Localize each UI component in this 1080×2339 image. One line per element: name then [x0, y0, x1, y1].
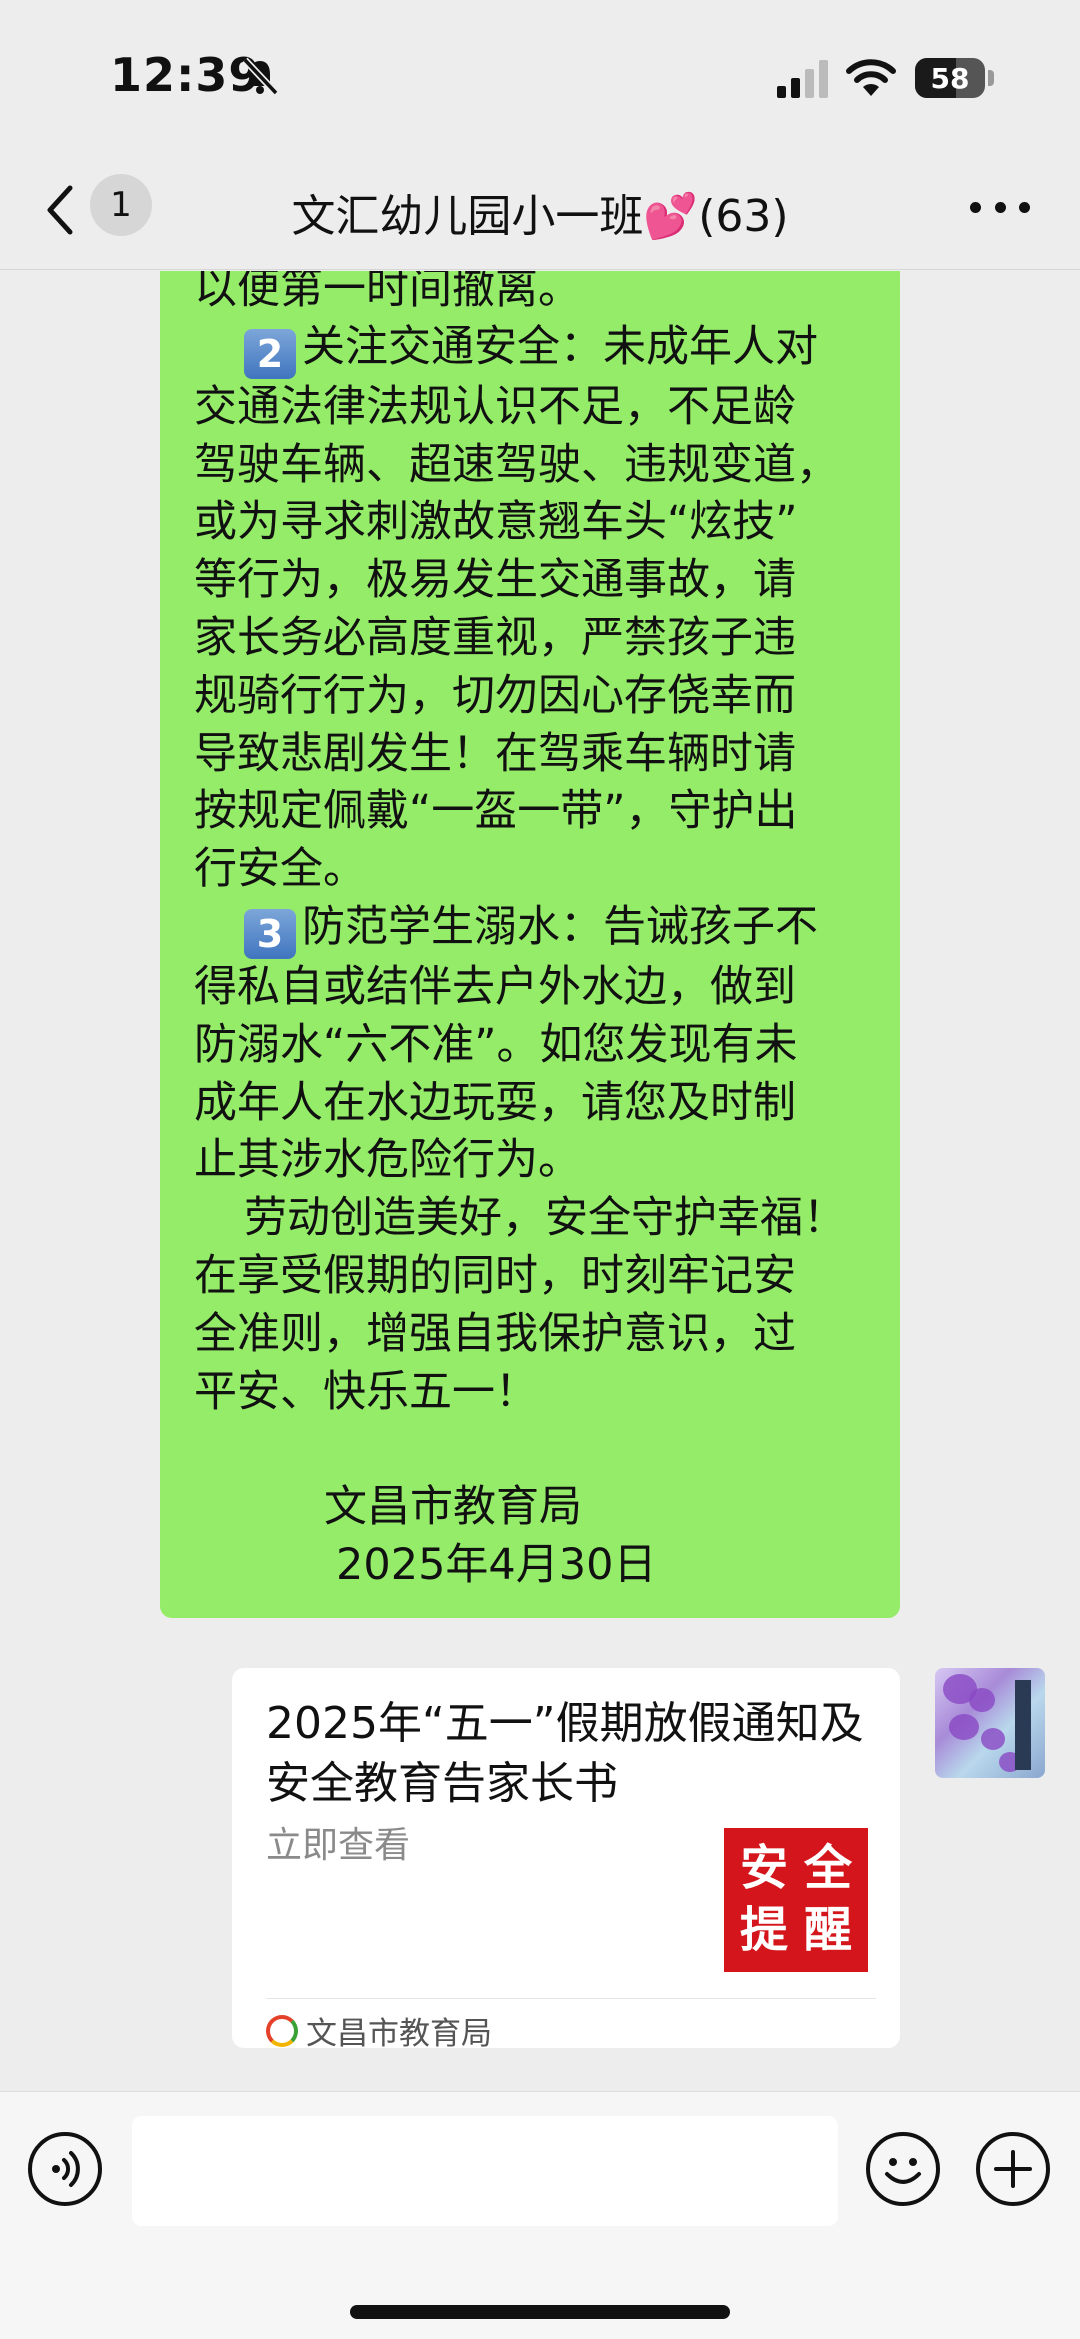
- message-line: 成年人在水边玩耍，请您及时制: [194, 1077, 796, 1128]
- keycap-two-icon: 2: [244, 328, 296, 379]
- battery-level: 58: [930, 61, 970, 95]
- chat-title: 文汇幼儿园小一班💕(63): [291, 191, 789, 242]
- message-line: 在享受假期的同时，时刻牢记安: [194, 1250, 796, 1301]
- source-logo-icon: [266, 2014, 298, 2047]
- bell-off-icon: [242, 57, 279, 96]
- chat-messages[interactable]: 以便第一时间撤离。 2 关注交通安全：未成年人对 交通法律法规认识不足，不足龄 驾…: [0, 271, 1080, 2091]
- article-action-text: 立即查看: [266, 1825, 411, 1866]
- source-name: 文昌市教育局: [306, 2016, 492, 2052]
- status-time: 12:39: [110, 48, 262, 102]
- message-line: 或为寻求刺激故意翘车头“炫技”: [194, 497, 798, 548]
- sender-avatar[interactable]: [935, 1668, 1045, 1778]
- message-line: 规骑行行为，切勿因心存侥幸而: [194, 670, 796, 721]
- message-line: 3 防范学生溺水：告诫孩子不: [194, 899, 900, 959]
- message-line: 等行为，极易发生交通事故，请: [194, 555, 796, 606]
- more-functions-plus-icon[interactable]: [976, 2132, 1050, 2206]
- status-bar: 12:39 58: [0, 0, 1080, 150]
- unread-count-badge[interactable]: 1: [90, 174, 152, 236]
- message-line: 劳动创造美好，安全守护幸福！: [244, 1193, 846, 1244]
- message-line: 全准则，增强自我保护意识，过: [194, 1308, 796, 1359]
- message-line: 按规定佩戴“一盔一带”，守护出: [194, 786, 798, 837]
- message-line: 防溺水“六不准”。如您发现有未: [194, 1019, 798, 1070]
- message-line: 行安全。: [194, 844, 366, 895]
- message-line: 得私自或结伴去户外水边，做到: [194, 961, 796, 1012]
- card-divider: [266, 1998, 876, 1999]
- wifi-icon: [846, 59, 896, 96]
- message-line: 驾驶车辆、超速驾驶、违规变道，: [194, 439, 839, 490]
- voice-input-icon[interactable]: [28, 2132, 102, 2206]
- message-line: 以便第一时间撤离。: [194, 271, 581, 314]
- signature-date: 2025年4月30日: [336, 1539, 657, 1590]
- message-line: 止其涉水危险行为。: [194, 1135, 581, 1186]
- message-input-bar: [0, 2091, 1080, 2339]
- message-line: 导致悲剧发生！在驾乘车辆时请: [194, 728, 796, 779]
- battery-tip: [988, 70, 994, 86]
- article-title: 2025年“五一”假期放假通知及安全教育告家长书: [266, 1698, 864, 1809]
- signature-issuer: 文昌市教育局: [324, 1482, 582, 1533]
- message-line: 交通法律法规认识不足，不足龄: [194, 381, 796, 432]
- article-thumbnail: 安 全 提 醒: [724, 1828, 868, 1972]
- home-indicator[interactable]: [350, 2305, 730, 2319]
- more-options-icon[interactable]: [970, 192, 1030, 222]
- message-line: 家长务必高度重视，严禁孩子违: [194, 612, 796, 663]
- message-line: 平安、快乐五一！: [194, 1366, 538, 1417]
- shared-article-card[interactable]: 2025年“五一”假期放假通知及安全教育告家长书 立即查看 安 全 提 醒 文昌…: [232, 1668, 900, 2052]
- emoji-icon[interactable]: [866, 2132, 940, 2206]
- signal-icon: [777, 60, 828, 98]
- battery-icon: 58: [915, 58, 985, 98]
- keycap-three-icon: 3: [244, 908, 296, 959]
- article-source: 文昌市教育局: [266, 2008, 492, 2053]
- back-chevron-icon[interactable]: [40, 180, 80, 240]
- sent-text-message[interactable]: 以便第一时间撤离。 2 关注交通安全：未成年人对 交通法律法规认识不足，不足龄 驾…: [160, 271, 900, 1618]
- message-text-input[interactable]: [132, 2116, 838, 2226]
- chat-header: 1 文汇幼儿园小一班💕(63): [0, 150, 1080, 270]
- message-line: 2 关注交通安全：未成年人对: [194, 319, 900, 379]
